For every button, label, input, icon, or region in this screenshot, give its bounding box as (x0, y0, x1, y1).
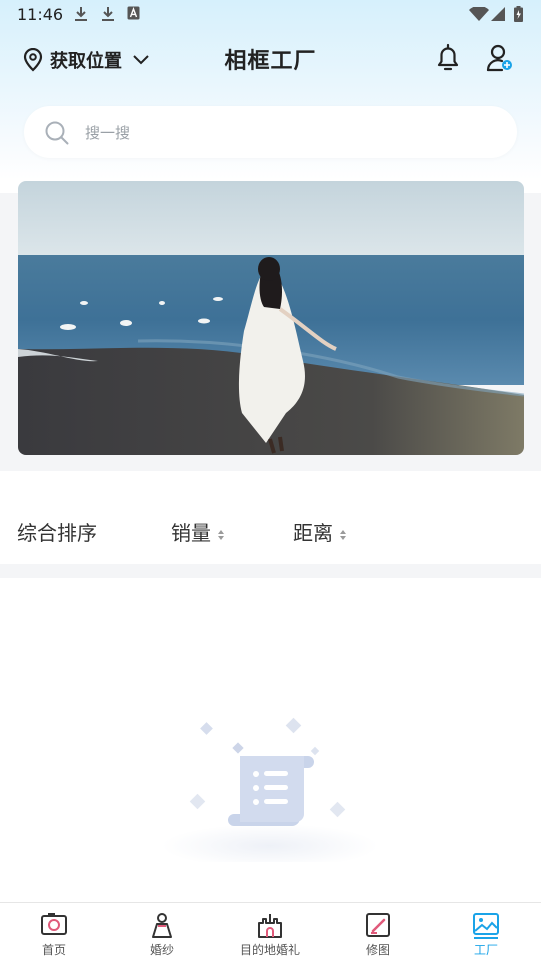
user-add-icon[interactable] (484, 42, 516, 74)
battery-icon (514, 6, 523, 22)
sort-arrows-icon (340, 529, 346, 540)
sort-arrows-icon (218, 529, 224, 540)
search-input[interactable]: 搜一搜 (24, 106, 517, 158)
keyboard-a-icon (127, 6, 140, 20)
search-icon (45, 121, 69, 145)
empty-list-illustration (162, 717, 378, 862)
tab-label: 首页 (41, 943, 66, 957)
tab-label: 婚纱 (149, 943, 174, 957)
status-bar: 11:46 (0, 0, 541, 30)
sort-bar: 综合排序 销量 距离 (0, 472, 541, 564)
tab-label: 工厂 (473, 943, 498, 957)
edit-photo-icon (366, 913, 390, 937)
banner-image[interactable] (18, 181, 524, 455)
tab-wedding-dress[interactable]: 婚纱 (108, 903, 216, 964)
search-placeholder: 搜一搜 (85, 124, 131, 142)
sort-comprehensive[interactable]: 综合排序 (17, 517, 97, 546)
tab-label: 修图 (365, 943, 390, 957)
tab-destination-wedding[interactable]: 目的地婚礼 (216, 903, 324, 964)
wifi-icon (469, 7, 489, 21)
tab-label: 目的地婚礼 (239, 943, 300, 957)
sort-by-sales[interactable]: 销量 (171, 517, 225, 546)
sort-by-distance-label: 距离 (293, 521, 333, 545)
castle-icon (258, 914, 282, 938)
download-icon (75, 7, 87, 21)
signal-icon (491, 7, 505, 21)
bell-icon[interactable] (432, 42, 464, 74)
sort-by-distance[interactable]: 距离 (293, 517, 347, 546)
status-time: 11:46 (17, 5, 64, 24)
tab-factory[interactable]: 工厂 (432, 903, 540, 964)
bottom-tab-bar: 首页 婚纱 目的地婚礼 修图 工厂 (0, 902, 541, 964)
tab-home[interactable]: 首页 (0, 903, 108, 964)
bride-icon (152, 913, 172, 938)
download-icon (102, 7, 114, 21)
banner-photo-beach-girl (18, 181, 524, 455)
camera-icon (41, 913, 67, 935)
section-divider (0, 564, 541, 578)
tab-retouch[interactable]: 修图 (324, 903, 432, 964)
picture-icon (473, 913, 499, 939)
sort-by-sales-label: 销量 (171, 521, 211, 545)
